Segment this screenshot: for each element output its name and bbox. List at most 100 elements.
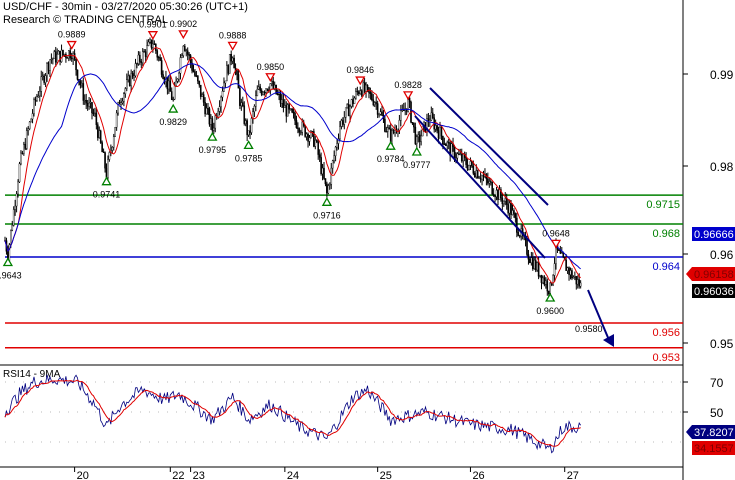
price-tick-label: 0.96 [710, 248, 734, 262]
candle-body [465, 157, 467, 165]
candle-body [139, 54, 141, 62]
candle-body [369, 92, 372, 94]
candle-body [144, 51, 147, 57]
candle-body [36, 96, 38, 101]
candle-body [482, 175, 485, 177]
candle-body [249, 130, 251, 133]
marker-label: 0.9829 [159, 117, 187, 127]
candle-body [223, 82, 225, 92]
candle-body [237, 74, 240, 89]
candle-body [120, 102, 122, 105]
time-tick-label: 20 [77, 470, 89, 480]
candle-body [104, 152, 106, 169]
time-tick-label: 24 [287, 470, 299, 480]
marker-label: 0.9777 [403, 160, 431, 170]
candle-body [308, 137, 311, 142]
candle-body [81, 83, 83, 86]
candle-body [561, 252, 563, 254]
candle-body [273, 84, 276, 89]
candle-body [156, 50, 159, 58]
candle-body [108, 152, 111, 160]
candle-body [355, 91, 357, 99]
candle-body [96, 124, 99, 138]
candle-body [31, 113, 34, 120]
candle-body [210, 118, 212, 125]
candle-body [394, 130, 396, 133]
candle-body [166, 77, 169, 90]
candle-body [95, 112, 98, 125]
candle-body [157, 56, 160, 59]
candle-body [92, 112, 95, 114]
resistance-marker-icon [402, 91, 414, 101]
support-marker-icon [243, 140, 254, 150]
marker-label: 0.9643 [0, 271, 22, 281]
candle-body [489, 181, 492, 183]
candle-body [304, 125, 306, 137]
candle-body [259, 86, 262, 91]
candle-body [543, 277, 546, 285]
candle-body [534, 259, 537, 271]
resistance-marker-icon [550, 239, 562, 249]
candle-body [185, 50, 188, 52]
candle-body [475, 170, 478, 178]
candle-body [24, 143, 27, 149]
candle-body [83, 100, 86, 102]
level-label: 0.9715 [646, 199, 680, 211]
marker-label: 0.9888 [219, 30, 247, 40]
candle-body [342, 120, 344, 125]
candle-body [291, 108, 293, 113]
candle-body [408, 97, 411, 103]
candle-body [414, 126, 417, 144]
candle-body [376, 103, 379, 115]
candle-body [11, 225, 14, 231]
candle-body [262, 91, 264, 95]
candle-body [271, 80, 273, 84]
candle-body [350, 99, 353, 107]
support-marker-icon [2, 257, 14, 267]
candle-body [195, 75, 198, 77]
candle-body [94, 112, 96, 115]
level-label: 0.964 [652, 261, 680, 273]
candle-body [507, 204, 509, 214]
candle-body [41, 75, 44, 77]
candle-body [17, 181, 19, 195]
candle-body [511, 210, 514, 215]
candle-body [379, 111, 382, 115]
candle-body [385, 131, 388, 133]
candle-body [285, 105, 288, 117]
marker-label: 0.9828 [394, 80, 422, 90]
candle-body [256, 89, 259, 97]
candle-body [160, 60, 163, 75]
candle-body [478, 177, 480, 179]
candle-body [14, 205, 16, 210]
candle-body [147, 41, 150, 46]
candle-body [153, 43, 156, 45]
candle-body [559, 250, 562, 254]
candle-body [549, 282, 551, 295]
candle-body [529, 259, 531, 263]
candle-body [186, 50, 189, 55]
candle-body [558, 249, 560, 251]
time-tick-label: 27 [567, 470, 579, 480]
support-marker-icon [168, 103, 179, 113]
candle-body [173, 85, 176, 100]
candle-body [23, 143, 25, 154]
candle-body [352, 99, 354, 104]
candle-body [469, 161, 472, 166]
candle-body [143, 51, 146, 53]
candle-body [553, 263, 556, 276]
candle-body [431, 112, 434, 119]
candle-body [183, 45, 186, 52]
candle-body [460, 153, 463, 162]
candle-body [458, 153, 460, 155]
price-tick-label: 0.99 [710, 68, 734, 82]
candle-body [91, 102, 93, 114]
candle-body [381, 111, 383, 116]
candle-body [43, 75, 45, 83]
candle-body [317, 141, 320, 155]
candle-body [182, 45, 185, 56]
candle-body [418, 134, 421, 142]
candle-body [574, 276, 576, 278]
candle-body [224, 80, 227, 84]
candle-body [289, 108, 292, 110]
